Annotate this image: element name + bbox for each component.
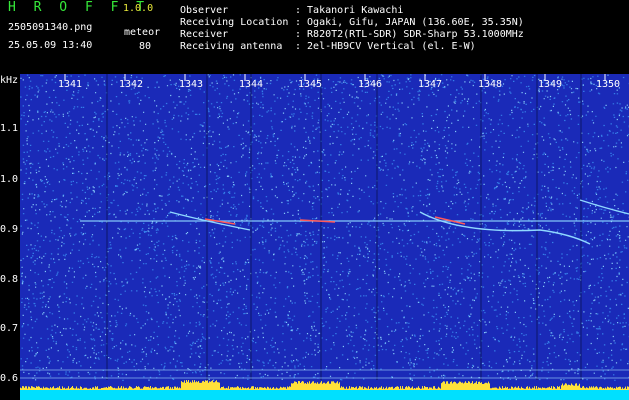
spectrogram-stripe — [250, 74, 252, 380]
field-label-antenna: Receiving antenna — [180, 41, 283, 52]
field-value-observer: : Takanori Kawachi — [295, 5, 404, 16]
app-version: 1.0.0 — [123, 3, 154, 14]
spectrogram-plot — [20, 74, 629, 400]
meteor-count-label: meteor — [124, 27, 161, 38]
capture-datetime: 25.05.09 13:40 — [8, 40, 93, 51]
field-value-antenna: : 2el-HB9CV Vertical (el. E-W) — [295, 41, 476, 52]
spectrogram-stripe — [320, 74, 322, 380]
x-tick-label: 1350 — [596, 79, 621, 90]
baseline-bar — [20, 390, 629, 400]
spectrogram-stripe — [536, 74, 538, 380]
field-label-location: Receiving Location — [180, 17, 289, 28]
y-axis-unit: kHz — [0, 75, 19, 86]
field-value-receiver: : R820T2(RTL-SDR) SDR-Sharp 53.1000MHz — [295, 29, 524, 40]
y-tick-label: 1.0 — [0, 174, 19, 185]
meteor-count-value: 80 — [139, 41, 152, 52]
spectrogram-canvas — [20, 74, 629, 400]
x-tick-label: 1347 — [418, 79, 443, 90]
file-name: 2505091340.png — [8, 22, 93, 33]
x-tick-label: 1345 — [298, 79, 323, 90]
x-tick-label: 1344 — [239, 79, 264, 90]
y-tick-label: 0.6 — [0, 373, 19, 384]
spectrogram-stripe — [376, 74, 378, 380]
y-tick-label: 0.8 — [0, 274, 19, 285]
spectrogram-stripe — [206, 74, 208, 380]
field-label-receiver: Receiver — [180, 29, 229, 40]
field-label-observer: Observer — [180, 5, 229, 16]
x-tick-label: 1346 — [358, 79, 383, 90]
spectrogram-stripe — [106, 74, 108, 380]
spectrogram-stripe — [480, 74, 482, 380]
x-tick-label: 1348 — [478, 79, 503, 90]
x-tick-label: 1343 — [179, 79, 204, 90]
x-tick-label: 1342 — [119, 79, 144, 90]
y-tick-label: 0.9 — [0, 224, 19, 235]
y-tick-label: 0.7 — [0, 323, 19, 334]
header-panel: H R O F F T 1.0.0 2505091340.png 25.05.0… — [0, 0, 629, 74]
spectrogram-stripe — [580, 74, 582, 380]
x-tick-label: 1349 — [538, 79, 563, 90]
x-tick-label: 1341 — [58, 79, 83, 90]
y-tick-label: 1.1 — [0, 123, 19, 134]
field-value-location: : Ogaki, Gifu, JAPAN (136.60E, 35.35N) — [295, 17, 524, 28]
